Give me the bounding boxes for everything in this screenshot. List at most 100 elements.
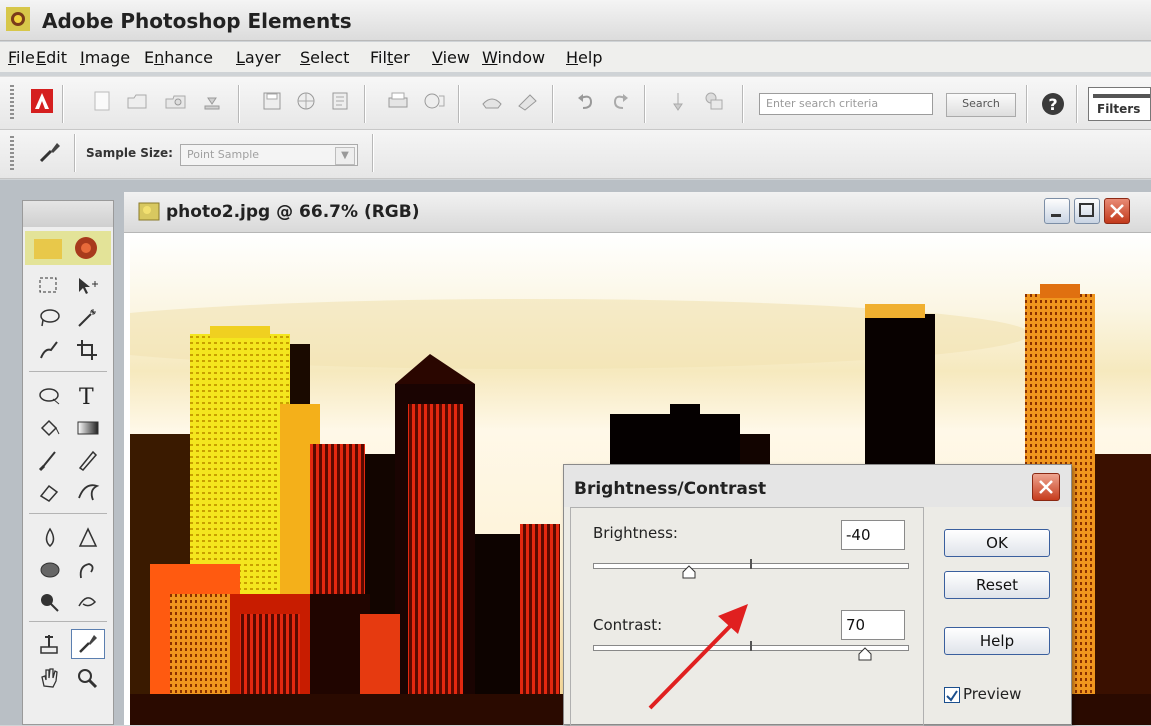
preview-label: Preview — [963, 685, 1022, 703]
eyedropper-tool-icon[interactable] — [36, 138, 64, 166]
sponge-tool-icon[interactable] — [33, 555, 67, 585]
menu-window[interactable]: Window — [482, 48, 545, 67]
color-picker-icon[interactable] — [25, 231, 111, 265]
magic-wand-icon[interactable] — [71, 303, 105, 333]
crop-tool-icon[interactable] — [71, 335, 105, 365]
close-button[interactable] — [1104, 198, 1130, 224]
hand-tool-icon[interactable] — [33, 663, 67, 693]
contrast-slider-thumb[interactable] — [858, 647, 872, 661]
selection-brush-icon[interactable] — [33, 335, 67, 365]
pencil-tool-icon[interactable] — [71, 445, 105, 475]
sample-size-value: Point Sample — [187, 148, 260, 161]
eyedropper-tool-icon[interactable] — [71, 629, 105, 659]
import-icon[interactable] — [198, 87, 226, 115]
marquee-tool-icon[interactable] — [33, 271, 67, 301]
paint-bucket-icon[interactable] — [33, 413, 67, 443]
toolbar-separator — [644, 85, 646, 123]
toolbar-grip[interactable] — [10, 85, 14, 121]
chevron-down-icon[interactable]: ▼ — [335, 147, 355, 165]
toolbox-divider — [29, 513, 107, 514]
app-titlebar: Adobe Photoshop Elements — [0, 0, 1151, 41]
palette-well-icon[interactable] — [700, 87, 728, 115]
toolbox-divider — [29, 621, 107, 622]
filters-palette-tab[interactable]: Filters — [1088, 87, 1151, 121]
ok-button[interactable]: OK — [944, 529, 1050, 557]
options-grip[interactable] — [10, 136, 14, 172]
undo-icon[interactable] — [572, 87, 600, 115]
shortcuts-toolbar: Enter search criteria Search ? Filters — [0, 76, 1151, 130]
print-icon[interactable] — [384, 87, 412, 115]
save-icon[interactable] — [258, 87, 286, 115]
toolbar-separator — [238, 85, 240, 123]
brightness-slider-thumb[interactable] — [682, 565, 696, 579]
sharpen-tool-icon[interactable] — [71, 523, 105, 553]
dodge-tool-icon[interactable] — [33, 587, 67, 617]
clone-stamp-icon[interactable] — [33, 629, 67, 659]
help-button[interactable]: Help — [944, 627, 1050, 655]
open-folder-icon[interactable] — [124, 87, 152, 115]
menu-bar: File Edit Image Enhance Layer Select Fil… — [0, 42, 1151, 72]
toolbox-header[interactable] — [23, 201, 113, 227]
contrast-input[interactable]: 70 — [841, 610, 905, 640]
dialog-titlebar[interactable]: Brightness/Contrast — [564, 465, 1071, 507]
menu-image[interactable]: Image — [80, 48, 130, 67]
menu-select[interactable]: Select — [300, 48, 349, 67]
smudge-tool-icon[interactable] — [71, 555, 105, 585]
svg-text:T: T — [79, 385, 94, 408]
menu-enhance[interactable]: Enhance — [144, 48, 213, 67]
reset-button[interactable]: Reset — [944, 571, 1050, 599]
photoshop-elements-icon — [6, 7, 30, 31]
search-input[interactable]: Enter search criteria — [759, 93, 933, 115]
sample-size-label: Sample Size: — [86, 146, 173, 160]
redo-icon[interactable] — [606, 87, 634, 115]
close-icon — [1110, 204, 1124, 218]
minimize-icon — [1051, 214, 1061, 217]
menu-help[interactable]: Help — [566, 48, 602, 67]
menu-filter[interactable]: Filter — [370, 48, 410, 67]
menu-layer[interactable]: Layer — [236, 48, 281, 67]
document-titlebar[interactable]: photo2.jpg @ 66.7% (RGB) — [124, 192, 1151, 233]
print-preview-icon[interactable] — [326, 87, 354, 115]
filters-label: Filters — [1097, 102, 1141, 116]
brightness-input[interactable]: -40 — [841, 520, 905, 550]
new-file-icon[interactable] — [88, 87, 116, 115]
email-icon[interactable] — [420, 87, 448, 115]
type-tool-icon[interactable]: T — [71, 381, 105, 411]
browse-icon[interactable] — [162, 87, 190, 115]
toolbar-separator — [458, 85, 460, 123]
attach-email-icon[interactable] — [514, 87, 542, 115]
toolbar-separator — [742, 85, 744, 123]
toolbar-separator — [62, 85, 64, 123]
preview-checkbox[interactable] — [944, 687, 960, 703]
blur-tool-icon[interactable] — [33, 523, 67, 553]
annotation-arrow — [648, 604, 748, 710]
lasso-tool-icon[interactable] — [33, 303, 67, 333]
impressionist-brush-icon[interactable] — [71, 477, 105, 507]
dialog-close-button[interactable] — [1032, 473, 1060, 501]
red-eye-tool-icon[interactable] — [33, 381, 67, 411]
step-backward-icon[interactable] — [664, 87, 692, 115]
eraser-tool-icon[interactable] — [33, 477, 67, 507]
maximize-button[interactable] — [1074, 198, 1100, 224]
online-services-icon[interactable] — [478, 87, 506, 115]
save-for-web-icon[interactable] — [292, 87, 320, 115]
brightness-slider-center-tick — [750, 559, 752, 569]
menu-view[interactable]: View — [432, 48, 470, 67]
gradient-tool-icon[interactable] — [71, 413, 105, 443]
help-icon[interactable]: ? — [1040, 91, 1066, 117]
dialog-title: Brightness/Contrast — [574, 479, 767, 499]
search-button[interactable]: Search — [946, 93, 1016, 117]
menu-file[interactable]: File — [8, 48, 35, 67]
toolbox: T — [22, 200, 114, 725]
checkmark-icon — [946, 690, 958, 702]
adobe-logo-icon[interactable] — [28, 87, 56, 115]
burn-tool-icon[interactable] — [71, 587, 105, 617]
app-title: Adobe Photoshop Elements — [42, 9, 352, 33]
menu-edit[interactable]: Edit — [36, 48, 67, 67]
brush-tool-icon[interactable] — [33, 445, 67, 475]
minimize-button[interactable] — [1044, 198, 1070, 224]
zoom-tool-icon[interactable] — [71, 663, 105, 693]
sample-size-select[interactable]: Point Sample ▼ — [180, 144, 358, 166]
move-tool-icon[interactable] — [71, 271, 105, 301]
brightness-label: Brightness: — [593, 524, 678, 542]
